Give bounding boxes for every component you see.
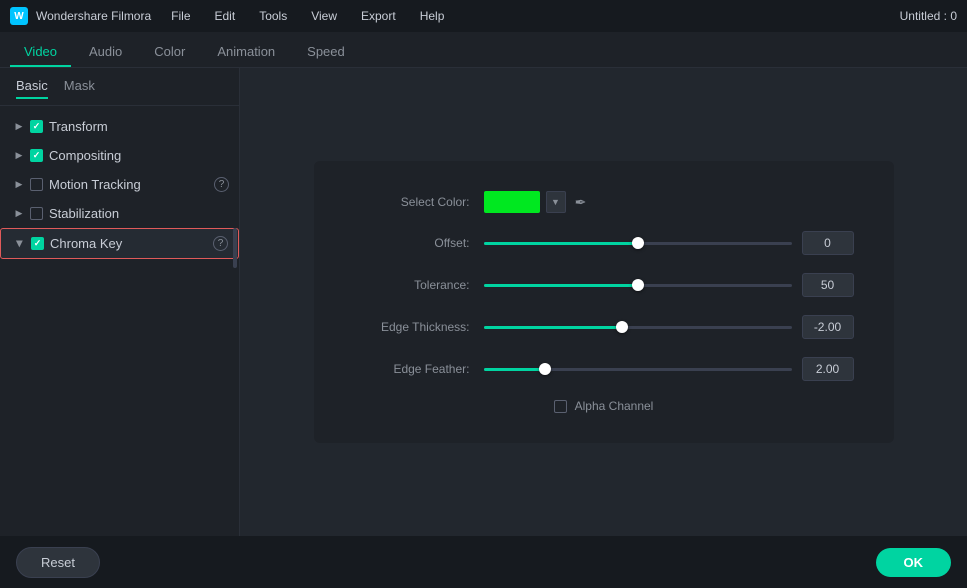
checkbox-motion-tracking[interactable] [30, 178, 43, 191]
edge-thickness-slider-container: -2.00 [484, 315, 854, 339]
tolerance-slider-fill [484, 284, 638, 287]
section-motion-tracking[interactable]: ▶ Motion Tracking ? [0, 170, 239, 199]
tab-basic[interactable]: Basic [16, 78, 48, 99]
section-list: ▶ Transform ▶ Compositing ▶ Motion Track… [0, 106, 239, 536]
expand-icon-motion-tracking: ▶ [14, 180, 24, 190]
tab-audio[interactable]: Audio [75, 38, 136, 67]
edge-feather-slider-container: 2.00 [484, 357, 854, 381]
edge-feather-slider-thumb[interactable] [539, 363, 551, 375]
edge-feather-slider-fill [484, 368, 546, 371]
expand-icon-transform: ▶ [14, 122, 24, 132]
offset-slider-track[interactable] [484, 242, 792, 245]
alpha-channel-label: Alpha Channel [575, 399, 654, 413]
ok-button[interactable]: OK [876, 548, 952, 577]
checkbox-stabilization[interactable] [30, 207, 43, 220]
tolerance-slider-track[interactable] [484, 284, 792, 287]
edge-feather-slider-track[interactable] [484, 368, 792, 371]
tab-color[interactable]: Color [140, 38, 199, 67]
label-chroma-key: Chroma Key [50, 236, 207, 251]
app-name: Wondershare Filmora [36, 9, 151, 23]
tolerance-slider-thumb[interactable] [632, 279, 644, 291]
project-title: Untitled : 0 [900, 9, 957, 23]
expand-icon-compositing: ▶ [14, 151, 24, 161]
menu-file[interactable]: File [167, 7, 194, 25]
edge-thickness-row: Edge Thickness: -2.00 [354, 315, 854, 339]
color-picker: ▼ ✒ [484, 191, 590, 213]
menu-export[interactable]: Export [357, 7, 400, 25]
bottom-bar: Reset OK [0, 536, 967, 588]
label-compositing: Compositing [49, 148, 229, 163]
label-motion-tracking: Motion Tracking [49, 177, 208, 192]
tolerance-value[interactable]: 50 [802, 273, 854, 297]
content-area: Basic Mask ▶ Transform ▶ Compositing ▶ M… [0, 68, 967, 536]
menu-tools[interactable]: Tools [255, 7, 291, 25]
tab-speed[interactable]: Speed [293, 38, 359, 67]
offset-row: Offset: 0 [354, 231, 854, 255]
section-stabilization[interactable]: ▶ Stabilization [0, 199, 239, 228]
offset-slider-fill [484, 242, 638, 245]
label-stabilization: Stabilization [49, 206, 229, 221]
edge-thickness-value[interactable]: -2.00 [802, 315, 854, 339]
sub-tab-bar: Basic Mask [0, 68, 239, 106]
expand-icon-stabilization: ▶ [14, 209, 24, 219]
edge-thickness-slider-track[interactable] [484, 326, 792, 329]
tolerance-row: Tolerance: 50 [354, 273, 854, 297]
offset-value[interactable]: 0 [802, 231, 854, 255]
tolerance-label: Tolerance: [354, 278, 484, 292]
checkbox-transform[interactable] [30, 120, 43, 133]
reset-button[interactable]: Reset [16, 547, 100, 578]
offset-slider-container: 0 [484, 231, 854, 255]
scrollbar-thumb[interactable] [233, 228, 237, 268]
help-icon-chroma-key[interactable]: ? [213, 236, 228, 251]
offset-label: Offset: [354, 236, 484, 250]
menu-view[interactable]: View [307, 7, 341, 25]
section-transform[interactable]: ▶ Transform [0, 112, 239, 141]
titlebar: W Wondershare Filmora File Edit Tools Vi… [0, 0, 967, 32]
tab-animation[interactable]: Animation [203, 38, 289, 67]
tab-mask[interactable]: Mask [64, 78, 95, 99]
edge-thickness-slider-thumb[interactable] [616, 321, 628, 333]
color-dropdown-button[interactable]: ▼ [546, 191, 566, 213]
alpha-channel-row: Alpha Channel [354, 399, 854, 413]
section-chroma-key[interactable]: ▶ Chroma Key ? [0, 228, 239, 259]
checkbox-chroma-key[interactable] [31, 237, 44, 250]
main-tab-bar: Video Audio Color Animation Speed [0, 32, 967, 68]
chroma-key-settings: Select Color: ▼ ✒ Offset: [314, 161, 894, 443]
app-logo: W [10, 7, 28, 25]
offset-slider-thumb[interactable] [632, 237, 644, 249]
menu-edit[interactable]: Edit [211, 7, 240, 25]
checkbox-compositing[interactable] [30, 149, 43, 162]
edge-feather-row: Edge Feather: 2.00 [354, 357, 854, 381]
menu-bar: File Edit Tools View Export Help [167, 7, 448, 25]
edge-feather-label: Edge Feather: [354, 362, 484, 376]
help-icon-motion-tracking[interactable]: ? [214, 177, 229, 192]
tolerance-slider-container: 50 [484, 273, 854, 297]
select-color-label: Select Color: [354, 195, 484, 209]
left-panel: Basic Mask ▶ Transform ▶ Compositing ▶ M… [0, 68, 240, 536]
color-swatch[interactable] [484, 191, 540, 213]
edge-thickness-slider-fill [484, 326, 623, 329]
expand-icon-chroma-key: ▶ [15, 239, 25, 249]
settings-panel: Select Color: ▼ ✒ Offset: [240, 68, 967, 536]
tab-video[interactable]: Video [10, 38, 71, 67]
section-compositing[interactable]: ▶ Compositing [0, 141, 239, 170]
right-panel: Select Color: ▼ ✒ Offset: [240, 68, 967, 536]
edge-feather-value[interactable]: 2.00 [802, 357, 854, 381]
eyedropper-icon[interactable]: ✒ [572, 193, 590, 211]
label-transform: Transform [49, 119, 229, 134]
checkbox-alpha-channel[interactable] [554, 400, 567, 413]
menu-help[interactable]: Help [416, 7, 449, 25]
select-color-row: Select Color: ▼ ✒ [354, 191, 854, 213]
edge-thickness-label: Edge Thickness: [354, 320, 484, 334]
